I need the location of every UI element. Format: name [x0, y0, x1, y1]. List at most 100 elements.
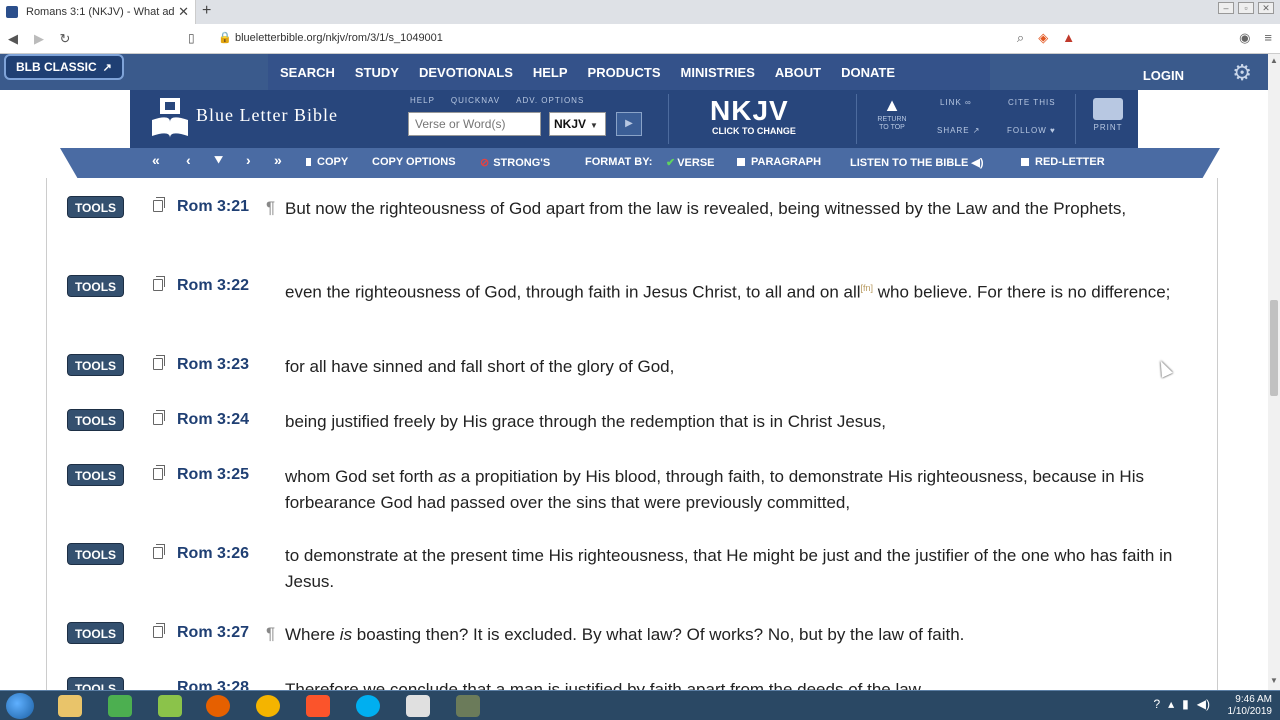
- volume-icon[interactable]: ◀): [1197, 697, 1210, 711]
- bible-logo-icon[interactable]: [150, 96, 190, 140]
- version-title[interactable]: NKJV: [710, 95, 789, 127]
- copy-icon[interactable]: [153, 410, 165, 425]
- menu-about[interactable]: ABOUT: [775, 65, 821, 80]
- browser-tab[interactable]: Romans 3:1 (NKJV) - What advant ✕: [0, 0, 196, 24]
- quicknav-link[interactable]: QUICKNAV: [451, 96, 500, 105]
- search-input[interactable]: [408, 112, 541, 136]
- chapter-menu-icon[interactable]: ⯆: [213, 152, 224, 169]
- zoom-icon[interactable]: ⌕: [1017, 30, 1024, 46]
- return-to-top-button[interactable]: ▲ RETURN TO TOP: [870, 95, 914, 132]
- app-tool-icon[interactable]: [456, 695, 480, 717]
- tools-button[interactable]: TOOLS: [67, 275, 124, 297]
- share-button[interactable]: SHARE ↗: [937, 126, 981, 135]
- menu-devotionals[interactable]: DEVOTIONALS: [419, 65, 513, 80]
- adv-options-link[interactable]: ADV. OPTIONS: [516, 96, 584, 105]
- copy-icon[interactable]: [153, 197, 165, 212]
- first-chapter-icon[interactable]: «: [152, 152, 160, 168]
- yandex-icon[interactable]: [406, 695, 430, 717]
- version-change-link[interactable]: CLICK TO CHANGE: [712, 126, 796, 136]
- red-letter-toggle[interactable]: RED-LETTER: [1021, 156, 1105, 168]
- window-close-icon[interactable]: ✕: [1258, 2, 1274, 14]
- copy-button[interactable]: COPY: [306, 156, 348, 168]
- blb-classic-button[interactable]: BLB CLASSIC ↗: [4, 54, 124, 80]
- login-link[interactable]: LOGIN: [1143, 68, 1184, 83]
- new-tab-icon[interactable]: +: [202, 2, 211, 20]
- menu-icon[interactable]: ≡: [1264, 30, 1272, 46]
- verse-ref[interactable]: Rom 3:28: [177, 679, 249, 690]
- brave-shield-icon[interactable]: ◈: [1038, 30, 1048, 46]
- start-button-icon[interactable]: [6, 693, 34, 719]
- firefox-icon[interactable]: [206, 695, 230, 717]
- help-icon[interactable]: ?: [1153, 697, 1160, 711]
- app-android-icon[interactable]: [158, 695, 182, 717]
- verse-ref[interactable]: Rom 3:25: [177, 466, 249, 484]
- tools-button[interactable]: TOOLS: [67, 543, 124, 565]
- verse-ref[interactable]: Rom 3:26: [177, 545, 249, 563]
- print-button[interactable]: PRINT: [1090, 98, 1126, 132]
- scrollbar-thumb[interactable]: [1270, 300, 1278, 396]
- listen-button[interactable]: LISTEN TO THE BIBLE ◀): [850, 156, 984, 169]
- scroll-up-icon[interactable]: ▲: [1268, 56, 1280, 68]
- paragraph-format-option[interactable]: PARAGRAPH: [737, 156, 821, 168]
- scroll-down-icon[interactable]: ▼: [1268, 676, 1280, 688]
- cite-button[interactable]: CITE THIS: [1008, 98, 1056, 107]
- bookmark-icon[interactable]: ▯: [188, 31, 195, 45]
- close-icon[interactable]: ✕: [178, 4, 189, 20]
- verse-ref[interactable]: Rom 3:24: [177, 411, 249, 429]
- skype-icon[interactable]: [356, 695, 380, 717]
- tools-button[interactable]: TOOLS: [67, 196, 124, 218]
- strongs-toggle[interactable]: ⊘ STRONG'S: [480, 156, 550, 169]
- tray-expand-icon[interactable]: ▴: [1168, 697, 1174, 711]
- back-icon[interactable]: ◀: [0, 31, 26, 47]
- logo-text[interactable]: Blue Letter Bible: [196, 105, 338, 126]
- tools-button[interactable]: TOOLS: [67, 622, 124, 644]
- prev-chapter-icon[interactable]: ‹: [186, 152, 191, 168]
- window-controls: – ▫ ✕: [1218, 2, 1274, 14]
- verse-format-option[interactable]: ✔ VERSE: [666, 156, 715, 169]
- url-field[interactable]: blueletterbible.org/nkjv/rom/3/1/s_10490…: [235, 32, 443, 44]
- verse-ref[interactable]: Rom 3:23: [177, 356, 249, 374]
- menu-products[interactable]: PRODUCTS: [588, 65, 661, 80]
- help-link[interactable]: HELP: [410, 96, 435, 105]
- link-button[interactable]: LINK ∞: [940, 98, 972, 107]
- verse-ref[interactable]: Rom 3:27: [177, 624, 249, 642]
- strongs-label: STRONG'S: [493, 157, 551, 169]
- verse-row-partial: TOOLS Rom 3:28 Therefore we conclude tha…: [0, 677, 1268, 690]
- profile-icon[interactable]: ◉: [1239, 30, 1250, 46]
- search-go-button[interactable]: ▶: [616, 112, 642, 136]
- menu-ministries[interactable]: MINISTRIES: [681, 65, 755, 80]
- copy-icon[interactable]: [153, 276, 165, 291]
- verse-ref[interactable]: Rom 3:22: [177, 277, 249, 295]
- copy-icon[interactable]: [153, 355, 165, 370]
- forward-icon[interactable]: ▶: [26, 31, 52, 47]
- copy-icon[interactable]: [153, 544, 165, 559]
- clock[interactable]: 9:46 AM 1/10/2019: [1228, 694, 1273, 718]
- tools-button[interactable]: TOOLS: [67, 354, 124, 376]
- copy-icon[interactable]: [153, 465, 165, 480]
- tools-button[interactable]: TOOLS: [67, 409, 124, 431]
- menu-search[interactable]: SEARCH: [280, 65, 335, 80]
- next-chapter-icon[interactable]: ›: [246, 152, 251, 168]
- gear-icon[interactable]: ⚙: [1232, 60, 1252, 86]
- menu-help[interactable]: HELP: [533, 65, 568, 80]
- tools-button[interactable]: TOOLS: [67, 677, 124, 690]
- copy-options-button[interactable]: COPY OPTIONS: [372, 156, 456, 168]
- chrome-icon[interactable]: [256, 695, 280, 717]
- verse-ref[interactable]: Rom 3:21: [177, 198, 249, 216]
- follow-button[interactable]: FOLLOW ♥: [1007, 126, 1056, 135]
- brave-icon[interactable]: [306, 695, 330, 717]
- file-explorer-icon[interactable]: [58, 695, 82, 717]
- last-chapter-icon[interactable]: »: [274, 152, 282, 168]
- footnote-marker[interactable]: [fn]: [861, 283, 874, 293]
- version-select[interactable]: NKJV ▼: [549, 112, 606, 136]
- menu-donate[interactable]: DONATE: [841, 65, 895, 80]
- app-green-icon[interactable]: [108, 695, 132, 717]
- reload-icon[interactable]: ↻: [52, 31, 78, 47]
- warning-icon[interactable]: ▲: [1062, 30, 1075, 46]
- tools-button[interactable]: TOOLS: [67, 464, 124, 486]
- minimize-icon[interactable]: –: [1218, 2, 1234, 14]
- copy-icon[interactable]: [153, 623, 165, 638]
- menu-study[interactable]: STUDY: [355, 65, 399, 80]
- network-icon[interactable]: ▮: [1182, 697, 1189, 711]
- maximize-icon[interactable]: ▫: [1238, 2, 1254, 14]
